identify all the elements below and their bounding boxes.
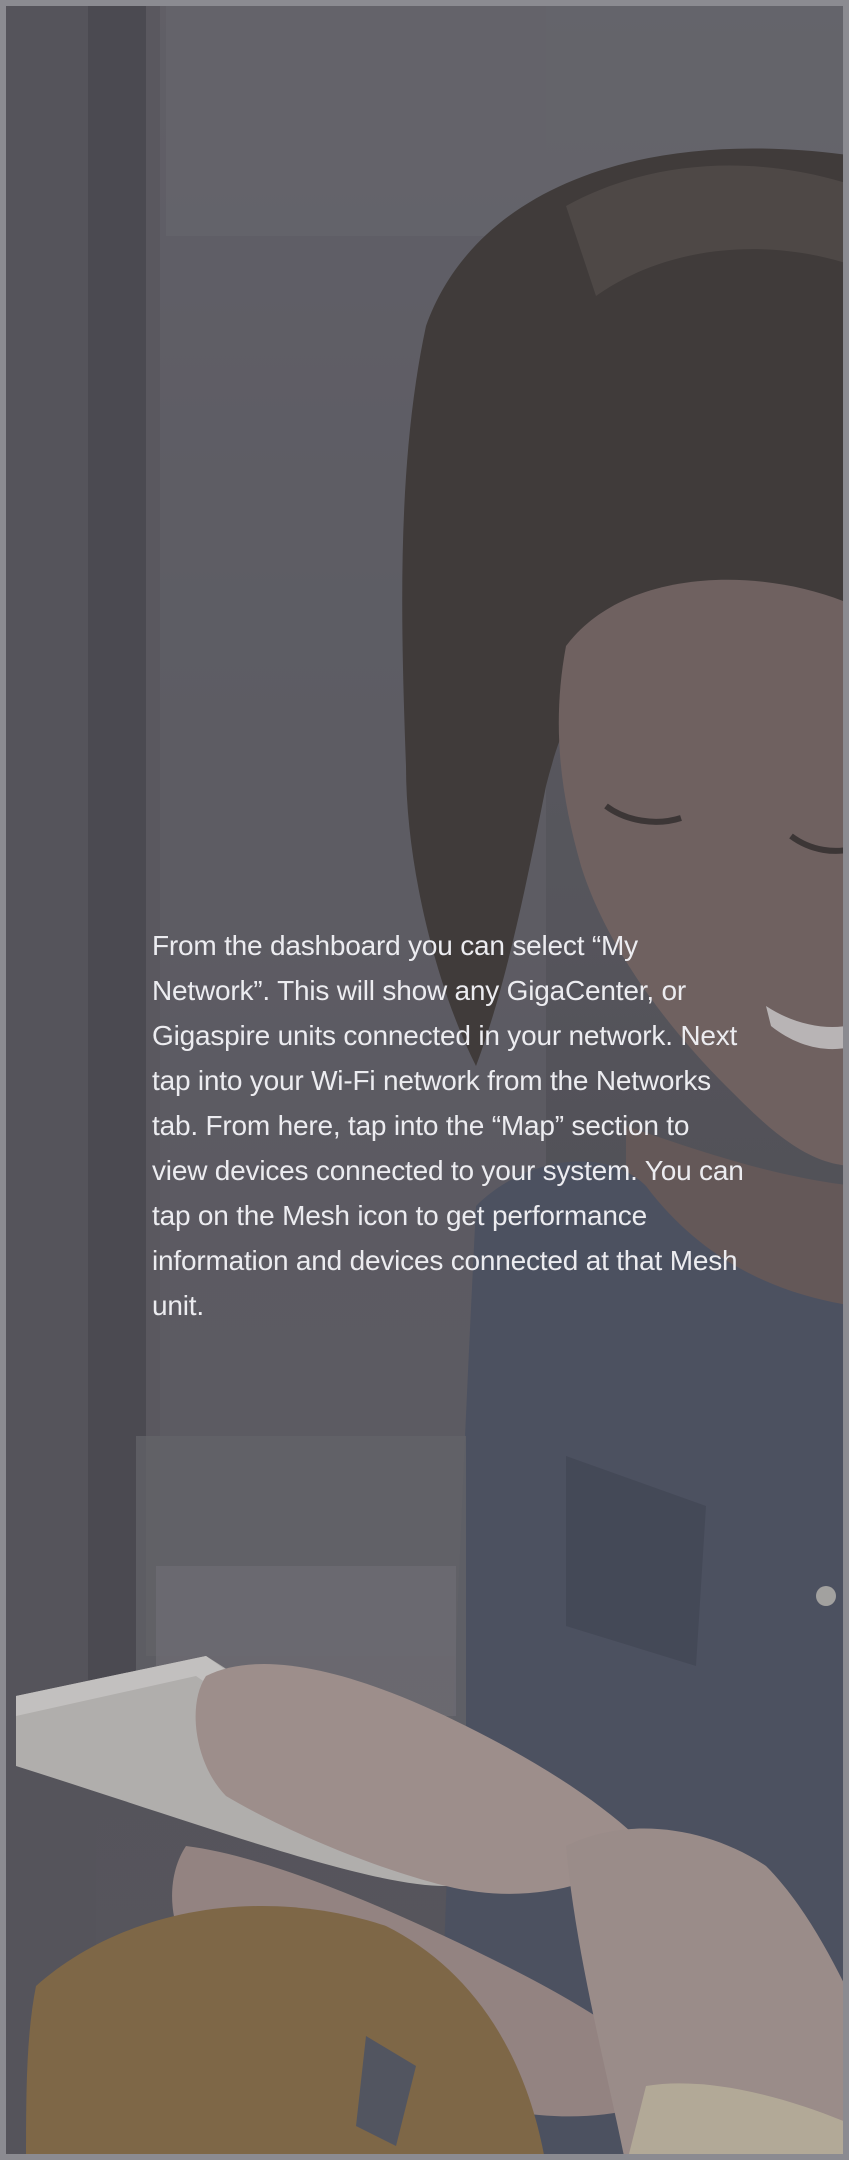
instruction-paragraph: From the dashboard you can select “My Ne… — [152, 930, 744, 1321]
instruction-text-block: From the dashboard you can select “My Ne… — [152, 923, 752, 1328]
screen-frame: From the dashboard you can select “My Ne… — [0, 0, 849, 2160]
